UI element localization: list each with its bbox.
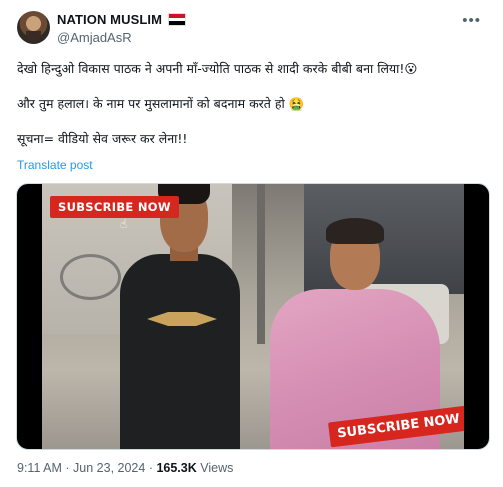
author-handle[interactable]: @AmjadAsR [57,30,132,45]
post-text: देखो हिन्दुओ विकास पाठक ने अपनी माँ-ज्यो… [17,60,489,148]
post-date[interactable]: Jun 23, 2024 [73,461,145,475]
tweet-card: NATION MUSLIM @AmjadAsR ••• देखो हिन्दुओ… [0,0,503,487]
woman-hair [326,218,384,244]
avatar[interactable] [17,11,50,44]
views-label: Views [196,461,234,475]
more-horizontal-icon[interactable]: ••• [462,12,481,29]
author-name[interactable]: NATION MUSLIM [57,12,162,27]
avatar-beard [26,31,41,41]
post-line-1: देखो हिन्दुओ विकास पाठक ने अपनी माँ-ज्यो… [17,61,418,76]
background-bicycle [60,254,121,300]
meta-separator: · [145,461,157,475]
flag-icon [168,13,187,26]
post-line-2: और तुम हलाल। के नाम पर मुसलामानों को बदन… [17,96,305,111]
views-count: 165.3K [156,461,197,475]
post-time[interactable]: 9:11 AM [17,461,62,475]
translate-post-link[interactable]: Translate post [17,158,93,172]
post-line-3: सूचना= वीडियो सेव जरूर कर लेना!! [17,131,188,146]
person-boy [120,254,240,449]
meta-separator: · [61,461,74,475]
pointer-icon: ☝ [120,217,128,231]
subscribe-badge-top: SUBSCRIBE NOW [50,196,179,218]
video-frame[interactable]: SUBSCRIBE NOW ☝ SUBSCRIBE NOW [42,184,464,449]
background-pole [257,184,265,344]
author-row: NATION MUSLIM [57,12,187,27]
video-player[interactable]: SUBSCRIBE NOW ☝ SUBSCRIBE NOW [16,183,490,450]
post-meta: 9:11 AM · Jun 23, 2024 · 165.3K Views [17,461,233,475]
